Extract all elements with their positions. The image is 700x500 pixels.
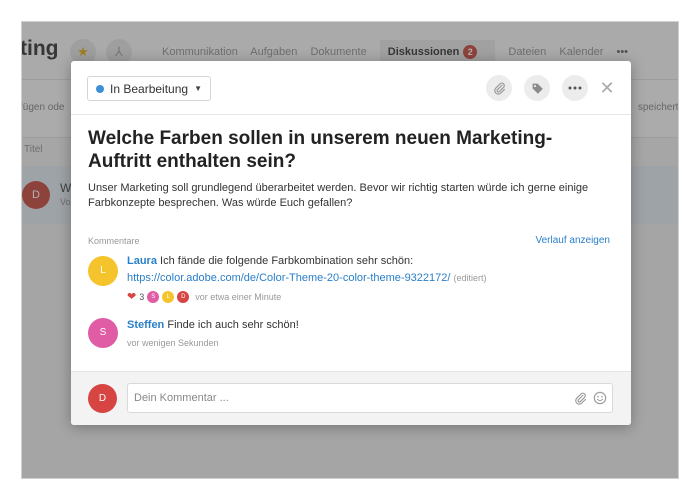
discussion-dialog: In Bearbeitung ▼ ✕ Welche Farben sollen … (71, 61, 631, 425)
comment-time: vor etwa einer Minute (195, 291, 282, 302)
reactor-avatar: S (147, 290, 160, 303)
comments-label: Kommentare (88, 236, 140, 246)
history-link[interactable]: Verlauf anzeigen (535, 235, 610, 246)
avatar: S (88, 318, 118, 348)
comment-link-line: https://color.adobe.com/de/Color-Theme-2… (127, 272, 487, 284)
attach-comment-button[interactable] (573, 391, 587, 405)
chevron-down-icon: ▼ (194, 84, 202, 93)
comment-time: vor wenigen Sekunden (127, 338, 219, 348)
reactor-avatar: D (177, 290, 190, 303)
close-icon: ✕ (599, 78, 615, 98)
close-button[interactable]: ✕ (596, 75, 618, 101)
comment-author[interactable]: Steffen (127, 319, 164, 331)
comment-composer: D (71, 371, 631, 425)
status-label: In Bearbeitung (110, 81, 189, 96)
comment-text: Steffen Finde ich auch sehr schön! (127, 319, 299, 331)
heart-icon[interactable]: ❤ (127, 290, 136, 303)
smiley-icon (593, 391, 607, 405)
comment-author[interactable]: Laura (127, 255, 157, 267)
paperclip-icon (493, 82, 505, 95)
dialog-header: In Bearbeitung ▼ ✕ (71, 61, 631, 115)
comment-body: Finde ich auch sehr schön! (167, 319, 299, 331)
more-button[interactable] (562, 75, 588, 101)
status-dot (96, 84, 104, 93)
emoji-button[interactable] (593, 391, 607, 405)
comment-input[interactable] (127, 383, 613, 413)
like-count: 3 (139, 291, 145, 302)
comment-text: Laura Ich fände die folgende Farbkombina… (127, 255, 413, 267)
status-dropdown[interactable]: In Bearbeitung ▼ (87, 76, 211, 101)
attach-button[interactable] (486, 75, 512, 101)
comment-body: Ich fände die folgende Farbkombination s… (160, 255, 414, 267)
discussion-title: Welche Farben sollen in unserem neuen Ma… (88, 128, 553, 172)
paperclip-icon (574, 392, 586, 405)
reactor-avatar: L (162, 290, 175, 303)
discussion-description: Unser Marketing soll grundlegend überarb… (88, 182, 589, 209)
tag-icon (532, 83, 543, 94)
edited-label: (editiert) (453, 273, 487, 283)
tag-button[interactable] (524, 75, 550, 101)
avatar: L (88, 256, 118, 286)
avatar: D (88, 384, 117, 413)
more-icon (568, 86, 582, 90)
comment-link[interactable]: https://color.adobe.com/de/Color-Theme-2… (127, 272, 450, 284)
comment-reactions: ❤ 3 S L D vor etwa einer Minute (127, 290, 281, 303)
